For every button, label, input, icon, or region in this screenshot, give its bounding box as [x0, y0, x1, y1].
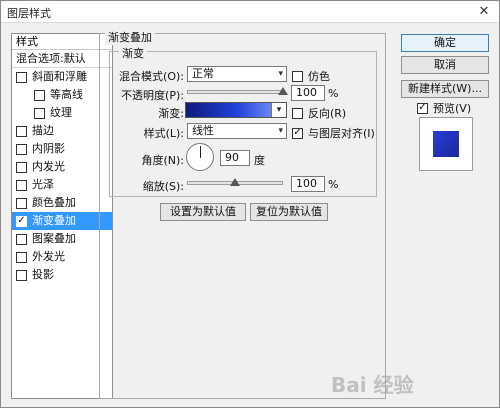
gradient-overlay-title: 渐变叠加	[105, 29, 155, 45]
new-style-button[interactable]: 新建样式(W)...	[401, 80, 489, 98]
style-label: 样式(L):	[143, 127, 184, 140]
style-item-label: 图案叠加	[32, 232, 76, 245]
scale-unit: %	[328, 178, 339, 191]
style-item[interactable]: 内阴影	[12, 140, 112, 158]
style-item-checkbox[interactable]: ✓	[16, 215, 27, 227]
blend-mode-value: 正常	[192, 67, 214, 80]
chevron-down-icon: ▾	[278, 69, 283, 79]
style-item[interactable]: 颜色叠加	[12, 194, 112, 212]
blend-mode-label: 混合模式(O):	[119, 70, 184, 83]
style-item[interactable]: 混合选项:默认	[12, 50, 112, 68]
title-bar: 图层样式 ✕	[1, 1, 499, 23]
style-item-label: 斜面和浮雕	[32, 70, 87, 83]
style-item-checkbox[interactable]	[16, 143, 27, 155]
style-item[interactable]: 外发光	[12, 248, 112, 266]
align-check-box[interactable]: ✓	[292, 127, 303, 139]
dither-check-box[interactable]	[292, 70, 303, 82]
dither-label: 仿色	[308, 70, 330, 83]
blend-mode-select[interactable]: 正常 ▾	[187, 66, 287, 82]
ok-button[interactable]: 确定	[401, 34, 489, 52]
style-value: 线性	[192, 124, 214, 137]
opacity-unit: %	[328, 87, 339, 100]
cancel-button[interactable]: 取消	[401, 56, 489, 74]
style-item-label: 外发光	[32, 250, 65, 263]
chevron-down-icon: ▾	[278, 126, 283, 136]
style-item-checkbox[interactable]	[16, 233, 27, 245]
reverse-check-box[interactable]	[292, 107, 303, 119]
style-item-label: 纹理	[50, 106, 72, 119]
reverse-checkbox[interactable]: 反向(R)	[292, 105, 346, 121]
style-item-label: 投影	[32, 268, 54, 281]
style-item[interactable]: ✓ 渐变叠加	[12, 212, 112, 230]
style-item[interactable]: 纹理	[12, 104, 112, 122]
style-item-label: 光泽	[32, 178, 54, 191]
dither-checkbox[interactable]: 仿色	[292, 68, 330, 84]
style-select[interactable]: 线性 ▾	[187, 123, 287, 139]
opacity-slider-thumb[interactable]	[278, 87, 288, 95]
styles-list: 样式 混合选项:默认斜面和浮雕等高线纹理描边内阴影内发光光泽颜色叠加 ✓ 渐变叠加图…	[11, 33, 113, 399]
angle-input[interactable]: 90	[220, 150, 250, 166]
style-item[interactable]: 描边	[12, 122, 112, 140]
make-default-button[interactable]: 设置为默认值	[160, 203, 246, 221]
layer-style-dialog: 图层样式 ✕ 样式 混合选项:默认斜面和浮雕等高线纹理描边内阴影内发光光泽颜色叠…	[0, 0, 500, 408]
style-item-label: 内阴影	[32, 142, 65, 155]
style-item-checkbox[interactable]	[16, 269, 27, 281]
opacity-input[interactable]: 100	[291, 85, 325, 101]
style-item-checkbox[interactable]	[34, 89, 45, 101]
reverse-label: 反向(R)	[308, 107, 347, 120]
style-item-checkbox[interactable]	[34, 107, 45, 119]
watermark-logo: Bai 经验	[331, 373, 414, 397]
opacity-label: 不透明度(P):	[121, 89, 184, 102]
style-item-label: 渐变叠加	[32, 214, 76, 227]
preview-swatch	[433, 131, 459, 157]
scale-slider-thumb[interactable]	[230, 178, 240, 186]
style-item[interactable]: 投影	[12, 266, 112, 284]
style-item[interactable]: 斜面和浮雕	[12, 68, 112, 86]
styles-header[interactable]: 样式	[12, 34, 112, 50]
preview-thumbnail	[419, 117, 473, 171]
style-item[interactable]: 光泽	[12, 176, 112, 194]
style-item-label: 混合选项:默认	[16, 51, 86, 65]
style-item-label: 等高线	[50, 88, 83, 101]
style-item-checkbox[interactable]	[16, 71, 27, 83]
align-with-layer-checkbox[interactable]: ✓ 与图层对齐(I)	[292, 125, 375, 141]
angle-unit: 度	[254, 154, 265, 167]
gradient-subgroup-title: 渐变	[119, 45, 147, 61]
style-item[interactable]: 内发光	[12, 158, 112, 176]
style-item[interactable]: 等高线	[12, 86, 112, 104]
style-item-checkbox[interactable]	[16, 251, 27, 263]
preview-check-box[interactable]: ✓	[417, 102, 428, 114]
style-item-checkbox[interactable]	[16, 125, 27, 137]
scale-label: 缩放(S):	[142, 180, 184, 193]
gradient-label: 渐变:	[158, 107, 184, 120]
gradient-dropdown-icon[interactable]: ▾	[271, 103, 286, 117]
style-item-label: 描边	[32, 124, 54, 137]
reset-default-button[interactable]: 复位为默认值	[250, 203, 328, 221]
style-item-label: 颜色叠加	[32, 196, 76, 209]
style-item[interactable]: 图案叠加	[12, 230, 112, 248]
close-icon[interactable]: ✕	[473, 3, 495, 21]
angle-needle	[200, 146, 201, 158]
align-with-layer-label: 与图层对齐(I)	[308, 127, 375, 140]
scale-input[interactable]: 100	[291, 176, 325, 192]
preview-checkbox[interactable]: ✓ 预览(V)	[417, 100, 471, 116]
angle-dial[interactable]	[186, 143, 214, 171]
style-item-checkbox[interactable]	[16, 179, 27, 191]
style-item-checkbox[interactable]	[16, 161, 27, 173]
opacity-slider-track[interactable]	[187, 90, 283, 94]
angle-label: 角度(N):	[141, 154, 184, 167]
style-item-checkbox[interactable]	[16, 197, 27, 209]
preview-label: 预览(V)	[433, 102, 472, 115]
window-title: 图层样式	[7, 7, 51, 20]
style-item-label: 内发光	[32, 160, 65, 173]
